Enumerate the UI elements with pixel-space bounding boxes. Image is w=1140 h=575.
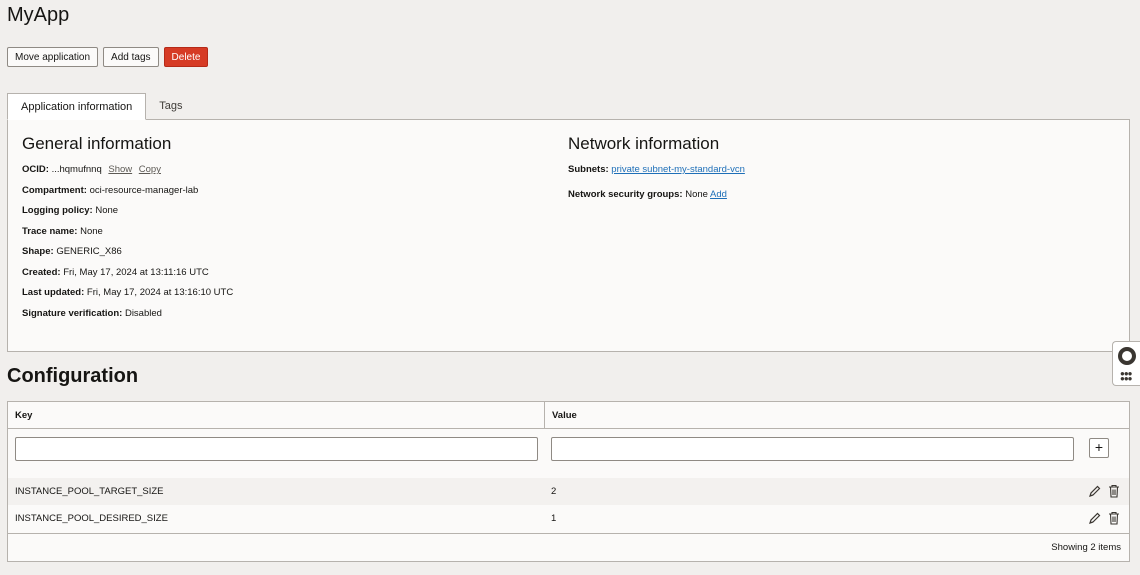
lifebuoy-icon[interactable] [1118, 347, 1136, 365]
shape-label: Shape: [22, 246, 54, 257]
created-label: Created: [22, 266, 61, 278]
tab-tags[interactable]: Tags [146, 93, 195, 120]
table-row: INSTANCE_POOL_DESIRED_SIZE 1 [8, 505, 1129, 532]
logging-policy-label: Logging policy: [22, 205, 93, 216]
ocid-row: OCID: ...hqmufnnq Show Copy [22, 164, 233, 175]
config-key-input[interactable] [15, 437, 538, 461]
config-key-cell: INSTANCE_POOL_TARGET_SIZE [15, 486, 164, 497]
trash-icon[interactable] [1108, 511, 1120, 525]
pencil-icon[interactable] [1088, 511, 1101, 525]
general-information-title: General information [22, 134, 172, 153]
subnets-row: Subnets: private subnet-my-standard-vcn [568, 164, 745, 175]
signature-verification-label: Signature verification: [22, 307, 123, 319]
trash-icon[interactable] [1108, 484, 1120, 498]
subnets-label: Subnets: [568, 164, 609, 175]
ocid-show-link[interactable]: Show [108, 164, 132, 175]
configuration-table: Key Value + INSTANCE_POOL_TARGET_SIZE 2 … [7, 401, 1130, 562]
last-updated-row: Last updated: Fri, May 17, 2024 at 13:16… [22, 287, 233, 298]
compartment-row: Compartment: oci-resource-manager-lab [22, 185, 233, 196]
nsg-value: None [685, 188, 708, 200]
subnet-link[interactable]: private subnet-my-standard-vcn [611, 164, 745, 175]
page-title: MyApp [7, 4, 70, 26]
pencil-icon[interactable] [1088, 484, 1101, 498]
created-row: Created: Fri, May 17, 2024 at 13:11:16 U… [22, 267, 233, 278]
table-footer: Showing 2 items [8, 533, 1129, 561]
config-value-input[interactable] [551, 437, 1074, 461]
tab-application-information[interactable]: Application information [7, 93, 147, 120]
nsg-row: Network security groups: None Add [568, 189, 745, 200]
trace-name-label: Trace name: [22, 225, 78, 237]
add-config-button[interactable]: + [1089, 438, 1109, 458]
network-information-section: Network information Subnets: private sub… [568, 134, 745, 213]
new-config-row: + [8, 429, 1129, 478]
trace-name-row: Trace name: None [22, 226, 233, 237]
nsg-add-link[interactable]: Add [710, 189, 727, 200]
delete-button[interactable]: Delete [163, 47, 209, 67]
ocid-label: OCID: [22, 164, 49, 175]
last-updated-label: Last updated: [22, 287, 85, 298]
table-header: Key Value [8, 402, 1129, 429]
shape-value: GENERIC_X86 [56, 246, 122, 257]
action-bar: Move application Add tags Delete [7, 47, 209, 67]
tab-bar: Application information Tags [7, 93, 196, 120]
logging-policy-value: None [95, 205, 119, 216]
add-tags-button[interactable]: Add tags [103, 47, 159, 67]
value-column-header: Value [552, 410, 577, 421]
application-info-panel: General information OCID: ...hqmufnnq Sh… [7, 119, 1130, 352]
grid-dots-icon[interactable]: ●●● ●●● [1120, 370, 1134, 383]
configuration-title: Configuration [7, 365, 139, 387]
compartment-value: oci-resource-manager-lab [89, 184, 199, 196]
move-application-button[interactable]: Move application [7, 47, 99, 67]
general-information-section: General information OCID: ...hqmufnnq Sh… [22, 134, 233, 328]
config-value-cell: 2 [551, 486, 557, 497]
signature-verification-value: Disabled [124, 307, 162, 319]
logging-policy-row: Logging policy: None [22, 205, 233, 216]
signature-verification-row: Signature verification: Disabled [22, 308, 233, 319]
table-row: INSTANCE_POOL_TARGET_SIZE 2 [8, 478, 1129, 505]
compartment-label: Compartment: [22, 184, 87, 196]
help-widget[interactable]: ●●● ●●● [1112, 341, 1140, 386]
config-key-cell: INSTANCE_POOL_DESIRED_SIZE [15, 513, 168, 524]
created-value: Fri, May 17, 2024 at 13:11:16 UTC [63, 266, 209, 278]
trace-name-value: None [80, 225, 103, 237]
key-column-header: Key [8, 402, 545, 428]
network-information-title: Network information [568, 134, 720, 153]
ocid-value: ...hqmufnnq [51, 164, 102, 175]
last-updated-value: Fri, May 17, 2024 at 13:16:10 UTC [86, 287, 234, 298]
nsg-label: Network security groups: [568, 188, 683, 200]
shape-row: Shape: GENERIC_X86 [22, 246, 233, 257]
config-value-cell: 1 [551, 513, 557, 524]
ocid-copy-link[interactable]: Copy [139, 164, 161, 175]
